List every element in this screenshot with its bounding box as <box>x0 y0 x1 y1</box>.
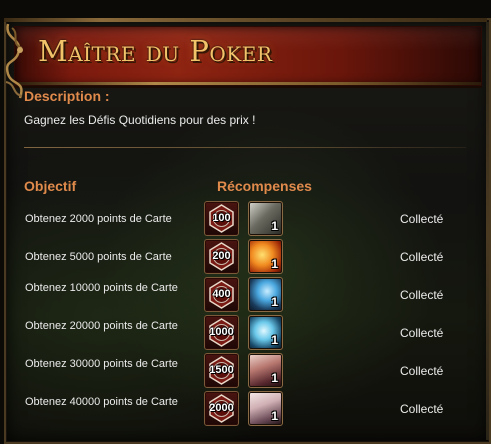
cards-fire-icon[interactable]: 1 <box>248 239 283 274</box>
status-collected: Collecté <box>400 402 444 416</box>
description-label: Description : <box>24 88 110 104</box>
table-row: Obtenez 30000 points de Carte 1500 1 Col… <box>0 353 491 391</box>
card-quantity: 1 <box>271 409 278 423</box>
objective-text: Obtenez 40000 points de Carte <box>25 396 178 408</box>
panel-top-border <box>4 18 487 22</box>
status-collected: Collecté <box>400 250 444 264</box>
card-quantity: 1 <box>271 333 278 347</box>
objective-text: Obtenez 2000 points de Carte <box>25 213 172 225</box>
status-collected: Collecté <box>400 288 444 302</box>
card-quantity: 1 <box>271 219 278 233</box>
objective-text: Obtenez 5000 points de Carte <box>25 251 172 263</box>
table-row: Obtenez 2000 points de Carte 100 1 Colle… <box>0 201 491 239</box>
chip-token-icon[interactable]: 1500 <box>204 353 239 388</box>
card-quantity: 1 <box>271 371 278 385</box>
table-row: Obtenez 5000 points de Carte 200 1 Colle… <box>0 239 491 277</box>
token-value: 400 <box>212 288 231 300</box>
card-quantity: 1 <box>271 295 278 309</box>
description-text: Gagnez les Défis Quotidiens pour des pri… <box>24 113 256 127</box>
chip-token-icon[interactable]: 200 <box>204 239 239 274</box>
objective-text: Obtenez 30000 points de Carte <box>25 358 178 370</box>
token-value: 200 <box>212 250 231 262</box>
window-title: Maître du Poker <box>38 34 273 68</box>
status-collected: Collecté <box>400 364 444 378</box>
objective-header: Objectif <box>24 178 77 194</box>
token-value: 100 <box>212 212 231 224</box>
divider <box>24 147 466 148</box>
token-value: 1000 <box>209 326 234 338</box>
cards-blue-icon[interactable]: 1 <box>248 277 283 312</box>
chip-token-icon[interactable]: 400 <box>204 277 239 312</box>
objective-text: Obtenez 10000 points de Carte <box>25 282 178 294</box>
card-portrait-icon[interactable]: 1 <box>248 353 283 388</box>
table-row: Obtenez 10000 points de Carte 400 1 Coll… <box>0 277 491 315</box>
status-collected: Collecté <box>400 212 444 226</box>
status-collected: Collecté <box>400 326 444 340</box>
objective-text: Obtenez 20000 points de Carte <box>25 320 178 332</box>
table-row: Obtenez 20000 points de Carte 1000 1 Col… <box>0 315 491 353</box>
rewards-header: Récompenses <box>217 178 312 194</box>
card-portrait-pale-icon[interactable]: 1 <box>248 391 283 426</box>
token-value: 2000 <box>209 402 234 414</box>
token-value: 1500 <box>209 364 234 376</box>
table-row: Obtenez 40000 points de Carte 2000 1 Col… <box>0 391 491 429</box>
card-quantity: 1 <box>271 257 278 271</box>
cards-ice-icon[interactable]: 1 <box>248 315 283 350</box>
chip-token-icon[interactable]: 2000 <box>204 391 239 426</box>
chip-token-icon[interactable]: 100 <box>204 201 239 236</box>
chip-token-icon[interactable]: 1000 <box>204 315 239 350</box>
cards-gray-icon[interactable]: 1 <box>248 201 283 236</box>
